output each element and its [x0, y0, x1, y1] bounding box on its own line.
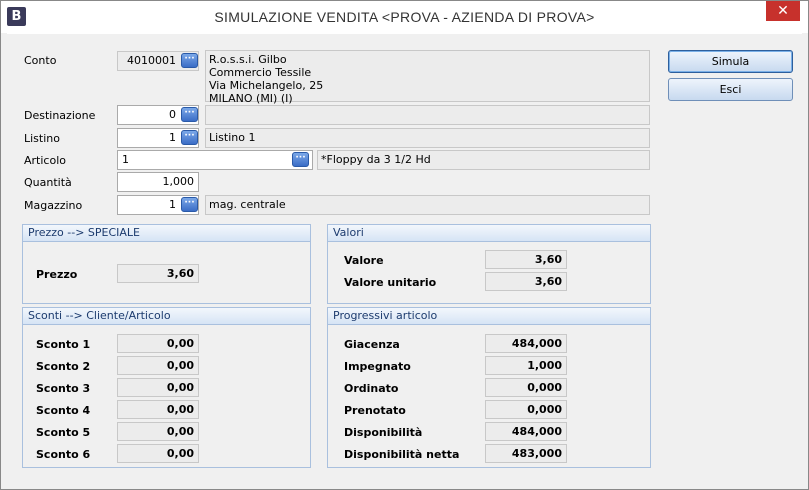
window-title: SIMULAZIONE VENDITA <PROVA - AZIENDA DI …	[214, 9, 595, 25]
progressivi-row-label: Giacenza	[344, 338, 400, 351]
form-area: Conto 4010001 ··· R.o.s.s.i. Gilbo Comme…	[7, 33, 802, 485]
sconto-label: Sconto 5	[36, 426, 91, 439]
sconto-value: 0,00	[117, 334, 199, 353]
quantita-label: Quantità	[24, 176, 72, 189]
destinazione-label: Destinazione	[24, 109, 96, 122]
sconto-label: Sconto 3	[36, 382, 91, 395]
quantita-field[interactable]: 1,000	[117, 172, 199, 192]
sconto-value: 0,00	[117, 444, 199, 463]
progressivi-row-value: 0,000	[485, 378, 567, 397]
close-icon[interactable]: ✕	[766, 1, 800, 21]
progressivi-panel-title: Progressivi articolo	[328, 308, 650, 325]
conto-info-line: Commercio Tessile	[209, 66, 312, 79]
sconto-label: Sconto 1	[36, 338, 91, 351]
title-bar: B SIMULAZIONE VENDITA <PROVA - AZIENDA D…	[1, 1, 808, 33]
progressivi-panel: Progressivi articolo Giacenza 484,000 Im…	[327, 307, 651, 468]
progressivi-row-value: 483,000	[485, 444, 567, 463]
destinazione-lookup-icon[interactable]: ···	[181, 107, 198, 122]
prezzo-panel-title: Prezzo --> SPECIALE	[23, 225, 310, 242]
simula-button[interactable]: Simula	[668, 50, 793, 73]
progressivi-row-label: Disponibilità	[344, 426, 423, 439]
progressivi-row-value: 1,000	[485, 356, 567, 375]
conto-info: R.o.s.s.i. Gilbo Commercio Tessile Via M…	[205, 50, 650, 105]
listino-lookup-icon[interactable]: ···	[181, 130, 198, 145]
progressivi-row-value: 484,000	[485, 422, 567, 441]
progressivi-row-value: 484,000	[485, 334, 567, 353]
sconto-label: Sconto 2	[36, 360, 91, 373]
progressivi-row-label: Ordinato	[344, 382, 399, 395]
sconto-value: 0,00	[117, 378, 199, 397]
esci-button[interactable]: Esci	[668, 78, 793, 101]
conto-label: Conto	[24, 54, 57, 67]
sconto-label: Sconto 4	[36, 404, 91, 417]
valori-panel-title: Valori	[328, 225, 650, 242]
listino-info: Listino 1	[205, 128, 650, 148]
articolo-field[interactable]: 1	[117, 150, 313, 170]
articolo-info: *Floppy da 3 1/2 Hd	[317, 150, 650, 170]
prezzo-value: 3,60	[117, 264, 199, 283]
magazzino-label: Magazzino	[24, 199, 83, 212]
sconto-label: Sconto 6	[36, 448, 91, 461]
prezzo-panel: Prezzo --> SPECIALE Prezzo 3,60	[22, 224, 311, 304]
valori-row-label: Valore	[344, 254, 384, 267]
valori-row-label: Valore unitario	[344, 276, 437, 289]
conto-info-line: Via Michelangelo, 25	[209, 79, 324, 92]
conto-lookup-icon[interactable]: ···	[181, 53, 198, 68]
valori-row-value: 3,60	[485, 272, 567, 291]
sconti-panel-title: Sconti --> Cliente/Articolo	[23, 308, 310, 325]
progressivi-row-label: Prenotato	[344, 404, 406, 417]
valori-row-value: 3,60	[485, 250, 567, 269]
sconto-value: 0,00	[117, 400, 199, 419]
sconto-value: 0,00	[117, 422, 199, 441]
articolo-lookup-icon[interactable]: ···	[292, 152, 309, 167]
valori-panel: Valori Valore 3,60 Valore unitario 3,60	[327, 224, 651, 304]
progressivi-row-label: Disponibilità netta	[344, 448, 460, 461]
sconto-value: 0,00	[117, 356, 199, 375]
sconti-panel: Sconti --> Cliente/Articolo Sconto 1 0,0…	[22, 307, 311, 468]
destinazione-info	[205, 105, 650, 125]
listino-label: Listino	[24, 132, 60, 145]
magazzino-info: mag. centrale	[205, 195, 650, 215]
progressivi-row-label: Impegnato	[344, 360, 411, 373]
progressivi-row-value: 0,000	[485, 400, 567, 419]
conto-info-line: MILANO (MI) (I)	[209, 92, 293, 105]
prezzo-label: Prezzo	[36, 268, 78, 281]
articolo-label: Articolo	[24, 154, 66, 167]
simulazione-window: B SIMULAZIONE VENDITA <PROVA - AZIENDA D…	[0, 0, 809, 490]
magazzino-lookup-icon[interactable]: ···	[181, 197, 198, 212]
conto-info-line: R.o.s.s.i. Gilbo	[209, 53, 287, 66]
